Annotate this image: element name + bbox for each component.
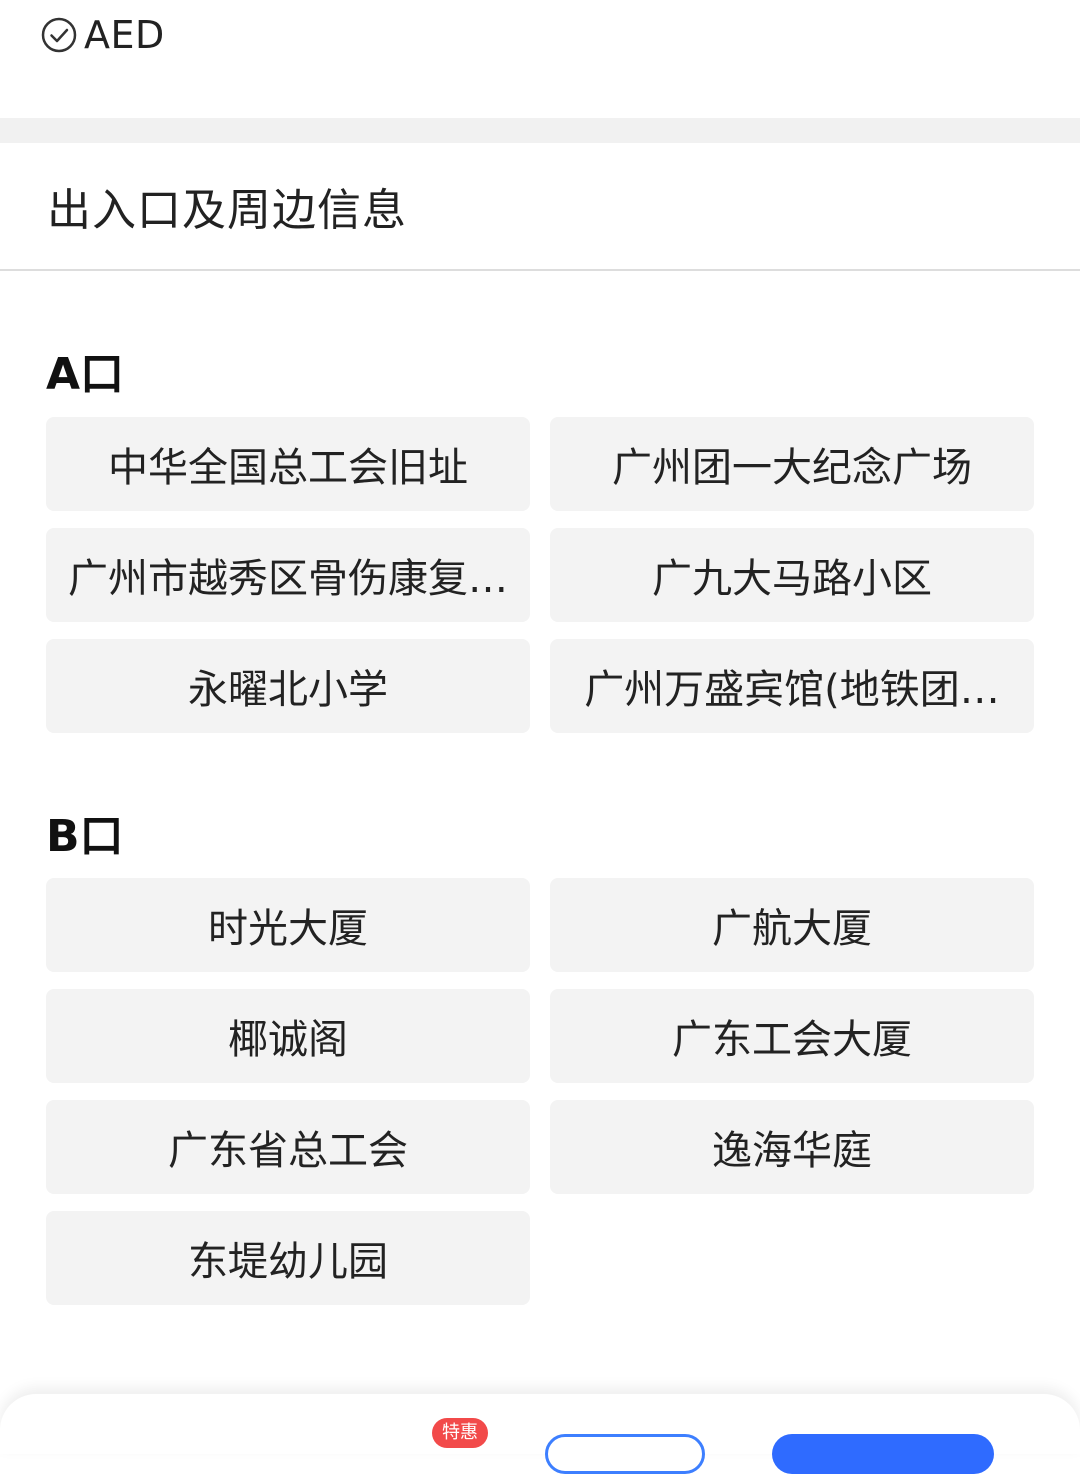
- primary-action-button[interactable]: [772, 1434, 994, 1474]
- place-chip[interactable]: 椰诚阁: [46, 989, 530, 1083]
- facility-item-aed: AED: [40, 10, 165, 60]
- section-header: 出入口及周边信息: [0, 143, 1080, 271]
- section-title: 出入口及周边信息: [47, 185, 407, 236]
- check-circle-icon: [41, 17, 77, 53]
- place-chip-label: 逸海华庭: [712, 1128, 872, 1174]
- place-chip-label: 永曜北小学: [188, 667, 388, 713]
- place-chip[interactable]: 广东工会大厦: [550, 989, 1034, 1083]
- exit-a-places: 中华全国总工会旧址 广州团一大纪念广场 广州市越秀区骨伤康复… 广九大马路小区 …: [46, 417, 1034, 733]
- place-chip-label: 东堤幼儿园: [188, 1239, 388, 1285]
- place-chip[interactable]: 广东省总工会: [46, 1100, 530, 1194]
- place-chip[interactable]: 广州万盛宾馆(地铁团…: [550, 639, 1034, 733]
- place-chip[interactable]: 广九大马路小区: [550, 528, 1034, 622]
- place-chip-label: 中华全国总工会旧址: [108, 445, 468, 491]
- facility-label: AED: [84, 13, 165, 57]
- place-chip-label: 广东省总工会: [168, 1128, 408, 1174]
- place-chip[interactable]: 东堤幼儿园: [46, 1211, 530, 1305]
- place-chip[interactable]: 时光大厦: [46, 878, 530, 972]
- exit-b-places: 时光大厦 广航大厦 椰诚阁 广东工会大厦 广东省总工会 逸海华庭 东堤幼儿园: [46, 878, 1034, 1305]
- secondary-action-button[interactable]: [545, 1434, 705, 1474]
- bottom-action-bar: 特惠: [0, 1394, 1080, 1474]
- exit-b-label: B口: [46, 811, 124, 862]
- place-chip-label: 时光大厦: [208, 906, 368, 952]
- place-chip[interactable]: 永曜北小学: [46, 639, 530, 733]
- place-chip-label: 广州万盛宾馆(地铁团…: [584, 667, 1000, 713]
- place-chip[interactable]: 广州市越秀区骨伤康复…: [46, 528, 530, 622]
- place-chip-label: 广航大厦: [712, 906, 872, 952]
- section-divider-band: [0, 118, 1080, 143]
- place-chip-label: 广州团一大纪念广场: [612, 445, 972, 491]
- place-chip[interactable]: 广州团一大纪念广场: [550, 417, 1034, 511]
- place-chip-label: 广州市越秀区骨伤康复…: [68, 556, 508, 602]
- exit-a-label: A口: [46, 349, 125, 400]
- promo-badge: 特惠: [432, 1418, 488, 1448]
- place-chip-label: 椰诚阁: [228, 1017, 348, 1063]
- place-chip[interactable]: 逸海华庭: [550, 1100, 1034, 1194]
- place-chip[interactable]: 广航大厦: [550, 878, 1034, 972]
- place-chip-label: 广九大马路小区: [652, 556, 932, 602]
- place-chip-label: 广东工会大厦: [672, 1017, 912, 1063]
- place-chip[interactable]: 中华全国总工会旧址: [46, 417, 530, 511]
